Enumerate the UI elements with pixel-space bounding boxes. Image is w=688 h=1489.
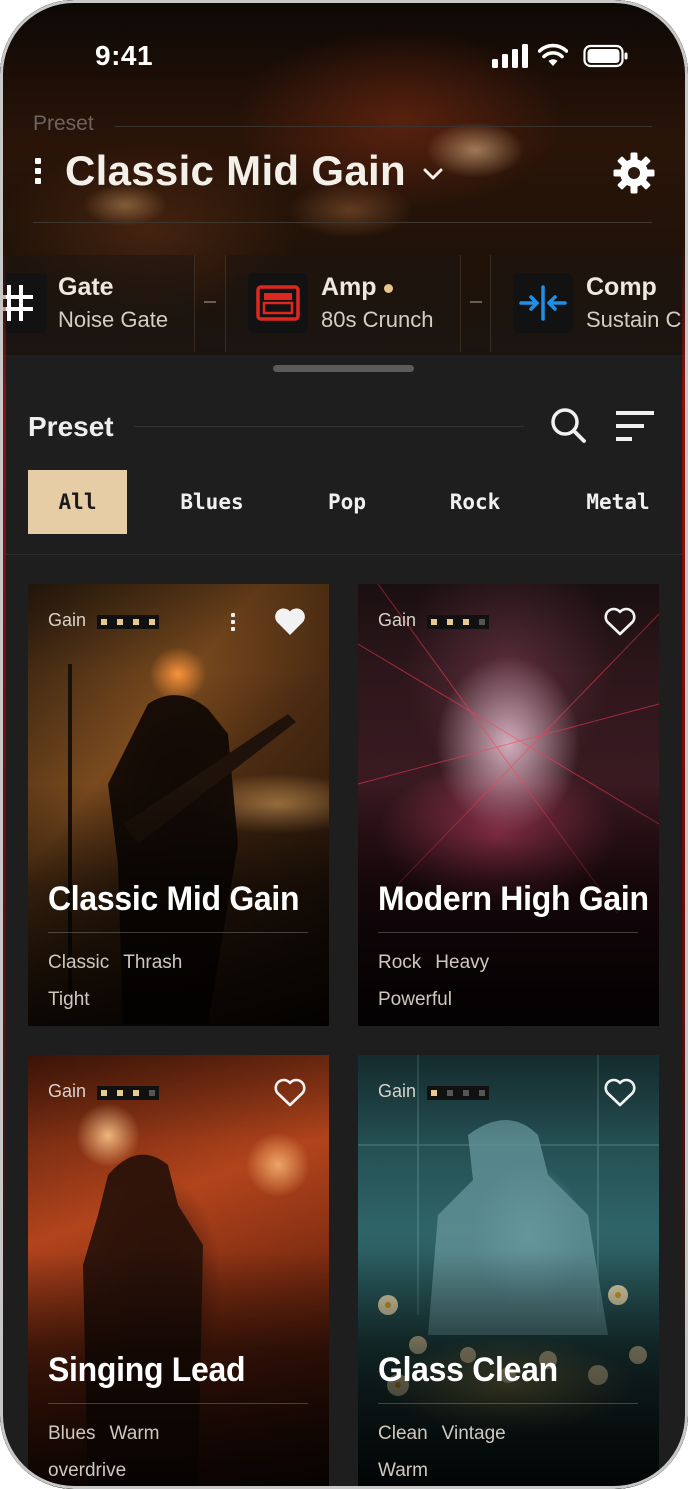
preset-tags: Rock Heavy Powerful: [378, 944, 638, 1018]
preset-tags: Classic Thrash Tight: [48, 944, 308, 1018]
chain-connector: [204, 301, 216, 303]
preset-card[interactable]: Gain Singing Lead Blues Warm overdrive: [28, 1055, 329, 1489]
heart-outline-icon[interactable]: [603, 1077, 637, 1109]
gear-icon[interactable]: [612, 151, 656, 195]
card-divider: [378, 1403, 638, 1404]
gain-label: Gain: [378, 1081, 417, 1101]
filter-chip-rock[interactable]: Rock: [430, 470, 520, 534]
chain-module-name: Gate: [58, 273, 114, 301]
heart-outline-icon[interactable]: [603, 606, 637, 638]
preset-tag: Clean: [378, 1423, 428, 1444]
preset-tag: Warm: [378, 1460, 428, 1481]
gain-label: Gain: [48, 1081, 87, 1101]
preset-tags: Blues Warm overdrive: [48, 1415, 308, 1489]
filter-chip-all[interactable]: All: [28, 470, 127, 534]
battery-icon: [583, 44, 628, 68]
preset-card[interactable]: Gain Glass Clean Clean Vintage Warm: [358, 1055, 659, 1489]
preset-header: 9:41 Preset Classic Mid Gain Gate Noise …: [0, 0, 688, 358]
browser-title-divider: [134, 426, 524, 427]
filter-chip-pop[interactable]: Pop: [305, 470, 389, 534]
browser-title: Preset: [28, 411, 114, 442]
gain-level-meter: [97, 1086, 159, 1100]
header-section-divider: [115, 126, 652, 127]
sheet-drag-handle[interactable]: [273, 365, 414, 372]
signal-chain: Gate Noise Gate Amp 80s Crunch Comp Sust…: [0, 255, 688, 352]
card-divider: [48, 1403, 308, 1404]
phone-frame: 9:41 Preset Classic Mid Gain Gate Noise …: [0, 0, 688, 1489]
header-section-label: Preset: [33, 112, 94, 135]
preset-tag: Blues: [48, 1423, 96, 1444]
active-indicator-dot: [383, 283, 393, 293]
heart-filled-icon[interactable]: [273, 606, 307, 638]
gain-label: Gain: [378, 610, 417, 630]
preset-tag: Thrash: [123, 952, 183, 973]
gain-level-meter: [427, 1086, 489, 1100]
gain-level-meter: [97, 615, 159, 629]
preset-tag: overdrive: [48, 1460, 127, 1481]
preset-tag: Classic: [48, 952, 110, 973]
preset-card[interactable]: Gain Modern High Gain Rock Heavy Powerful: [358, 584, 659, 1026]
filter-chip-metal[interactable]: Metal: [566, 470, 670, 534]
frame-edge-glow: [2, 240, 6, 1340]
more-menu-icon[interactable]: [30, 154, 46, 194]
filter-chip-blues[interactable]: Blues: [160, 470, 264, 534]
chain-connector: [470, 301, 482, 303]
sort-icon[interactable]: [612, 407, 656, 445]
filter-divider: [0, 554, 688, 555]
gate-grid-icon: [0, 273, 47, 333]
preset-tag: Powerful: [378, 989, 452, 1010]
card-divider: [378, 932, 638, 933]
preset-card[interactable]: Gain Classic Mid Gain Classic Thrash Tigh…: [28, 584, 329, 1026]
preset-browser-sheet: Preset All Blues Pop Rock Metal Gain Cla…: [0, 355, 688, 1489]
chain-module-gate[interactable]: Gate Noise Gate: [0, 255, 195, 352]
preset-tag: Heavy: [435, 952, 490, 973]
preset-card-title: Glass Clean: [378, 1351, 558, 1389]
chain-module-name: Amp: [321, 273, 393, 302]
preset-tag: Vintage: [441, 1423, 506, 1444]
preset-card-title: Classic Mid Gain: [48, 880, 300, 918]
search-icon[interactable]: [548, 405, 588, 445]
gain-label: Gain: [48, 610, 87, 630]
preset-tag: Rock: [378, 952, 422, 973]
amp-icon: [248, 273, 308, 333]
preset-card-title: Modern High Gain: [378, 880, 649, 918]
frame-edge-glow: [682, 240, 686, 1340]
preset-card-title: Singing Lead: [48, 1351, 246, 1389]
header-divider: [33, 222, 652, 223]
preset-tag: Tight: [48, 989, 90, 1010]
chain-module-model: Noise Gate: [58, 307, 169, 332]
chain-module-amp[interactable]: Amp 80s Crunch: [225, 255, 461, 352]
status-bar: 9:41: [0, 0, 688, 110]
status-time: 9:41: [95, 40, 154, 71]
chain-module-name: Comp: [586, 273, 657, 301]
preset-tag: Warm: [109, 1423, 160, 1444]
preset-title[interactable]: Classic Mid Gain: [65, 147, 406, 195]
chain-module-model: Sustain C: [586, 307, 682, 332]
card-more-icon[interactable]: [228, 610, 238, 636]
compressor-icon: [513, 273, 573, 333]
chain-module-comp[interactable]: Comp Sustain C: [490, 255, 688, 352]
heart-outline-icon[interactable]: [273, 1077, 307, 1109]
chevron-down-icon[interactable]: [421, 166, 445, 182]
preset-tags: Clean Vintage Warm: [378, 1415, 638, 1489]
wifi-icon: [538, 43, 568, 66]
gain-level-meter: [427, 615, 489, 629]
card-divider: [48, 932, 308, 933]
category-filter-bar: All Blues Pop Rock Metal: [0, 470, 688, 535]
chain-module-model: 80s Crunch: [321, 307, 434, 332]
cellular-signal-icon: [492, 44, 528, 68]
